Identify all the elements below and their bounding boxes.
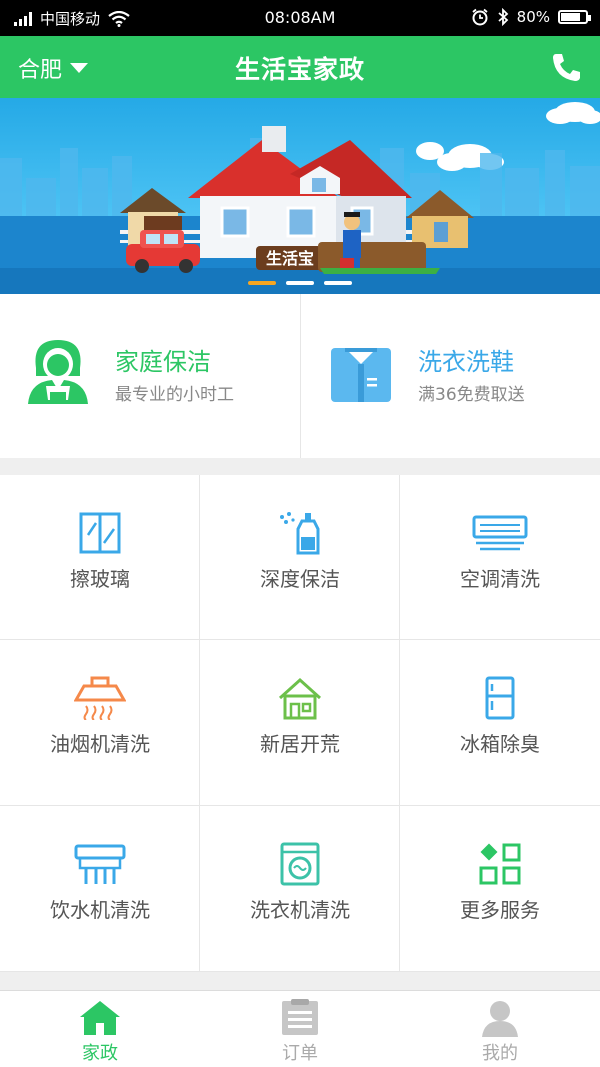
featured-services: 家庭保洁 最专业的小时工 洗衣洗鞋 满36免费取送 bbox=[0, 294, 600, 458]
city-name: 合肥 bbox=[18, 58, 63, 83]
service-ac-cleaning[interactable]: 空调清洗 bbox=[400, 475, 600, 640]
service-label: 饮水机清洗 bbox=[50, 898, 150, 922]
shirt-icon bbox=[331, 342, 391, 402]
housekeeper-icon bbox=[28, 340, 88, 404]
service-range-hood[interactable]: 油烟机清洗 bbox=[0, 640, 200, 806]
tab-label: 订单 bbox=[282, 1043, 318, 1064]
service-more[interactable]: 更多服务 bbox=[400, 806, 600, 972]
feature-subtitle: 最专业的小时工 bbox=[115, 385, 234, 405]
service-label: 空调清洗 bbox=[460, 567, 540, 591]
page-title: 生活宝家政 bbox=[234, 55, 365, 84]
spray-bottle-icon bbox=[280, 512, 320, 555]
order-list-icon bbox=[282, 999, 318, 1035]
tab-label: 我的 bbox=[482, 1043, 518, 1064]
bottom-tab-bar: 家政 订单 我的 bbox=[0, 990, 600, 1067]
banner-sign-text: 生活宝 bbox=[266, 249, 314, 268]
service-label: 擦玻璃 bbox=[70, 567, 130, 591]
service-deep-cleaning[interactable]: 深度保洁 bbox=[200, 475, 400, 640]
promo-banner[interactable]: 生活宝 bbox=[0, 98, 600, 294]
phone-icon[interactable] bbox=[550, 51, 584, 83]
feature-laundry[interactable]: 洗衣洗鞋 满36免费取送 bbox=[300, 294, 600, 458]
service-new-home[interactable]: 新居开荒 bbox=[200, 640, 400, 806]
banner-dot[interactable] bbox=[324, 281, 352, 285]
service-window-cleaning[interactable]: 擦玻璃 bbox=[0, 475, 200, 640]
air-conditioner-icon bbox=[472, 515, 528, 551]
city-selector[interactable]: 合肥 bbox=[18, 52, 89, 84]
tab-label: 家政 bbox=[82, 1043, 118, 1064]
alarm-icon bbox=[472, 8, 488, 26]
service-fridge[interactable]: 冰箱除臭 bbox=[400, 640, 600, 806]
fridge-icon bbox=[485, 676, 515, 720]
banner-illustration: 生活宝 bbox=[0, 102, 600, 294]
home-icon bbox=[80, 1001, 120, 1035]
window-icon bbox=[79, 512, 121, 554]
app-header: 合肥 生活宝家政 bbox=[0, 36, 600, 98]
user-icon bbox=[482, 1001, 518, 1037]
chevron-down-icon bbox=[70, 63, 89, 73]
feature-subtitle: 满36免费取送 bbox=[418, 385, 525, 405]
house-icon bbox=[278, 677, 322, 720]
service-water-dispenser[interactable]: 饮水机清洗 bbox=[0, 806, 200, 972]
banner-pagination bbox=[248, 281, 352, 285]
water-dispenser-icon bbox=[74, 844, 126, 884]
tab-profile[interactable]: 我的 bbox=[400, 991, 600, 1067]
banner-dot[interactable] bbox=[248, 281, 276, 285]
battery-icon bbox=[558, 10, 591, 24]
feature-home-cleaning[interactable]: 家庭保洁 最专业的小时工 bbox=[0, 294, 300, 458]
service-label: 洗衣机清洗 bbox=[250, 898, 350, 922]
feature-title: 家庭保洁 bbox=[115, 348, 211, 376]
more-grid-icon bbox=[479, 843, 521, 885]
status-bar: 中国移动 08:08AM 80% bbox=[0, 0, 600, 36]
feature-title: 洗衣洗鞋 bbox=[418, 348, 514, 376]
service-label: 冰箱除臭 bbox=[460, 732, 540, 756]
battery-percent: 80% bbox=[516, 8, 550, 26]
service-label: 油烟机清洗 bbox=[50, 732, 150, 756]
service-grid: 擦玻璃 深度保洁 空调清洗 油烟机清洗 新居开荒 冰箱除臭 饮水机清洗 洗衣机清… bbox=[0, 475, 600, 972]
tab-home[interactable]: 家政 bbox=[0, 991, 200, 1067]
service-label: 新居开荒 bbox=[260, 732, 340, 756]
service-label: 更多服务 bbox=[460, 898, 540, 922]
range-hood-icon bbox=[74, 676, 126, 720]
service-label: 深度保洁 bbox=[260, 567, 340, 591]
washing-machine-icon bbox=[280, 842, 320, 886]
service-washing-machine[interactable]: 洗衣机清洗 bbox=[200, 806, 400, 972]
tab-orders[interactable]: 订单 bbox=[200, 991, 400, 1067]
bluetooth-icon bbox=[498, 8, 508, 26]
banner-dot[interactable] bbox=[286, 281, 314, 285]
